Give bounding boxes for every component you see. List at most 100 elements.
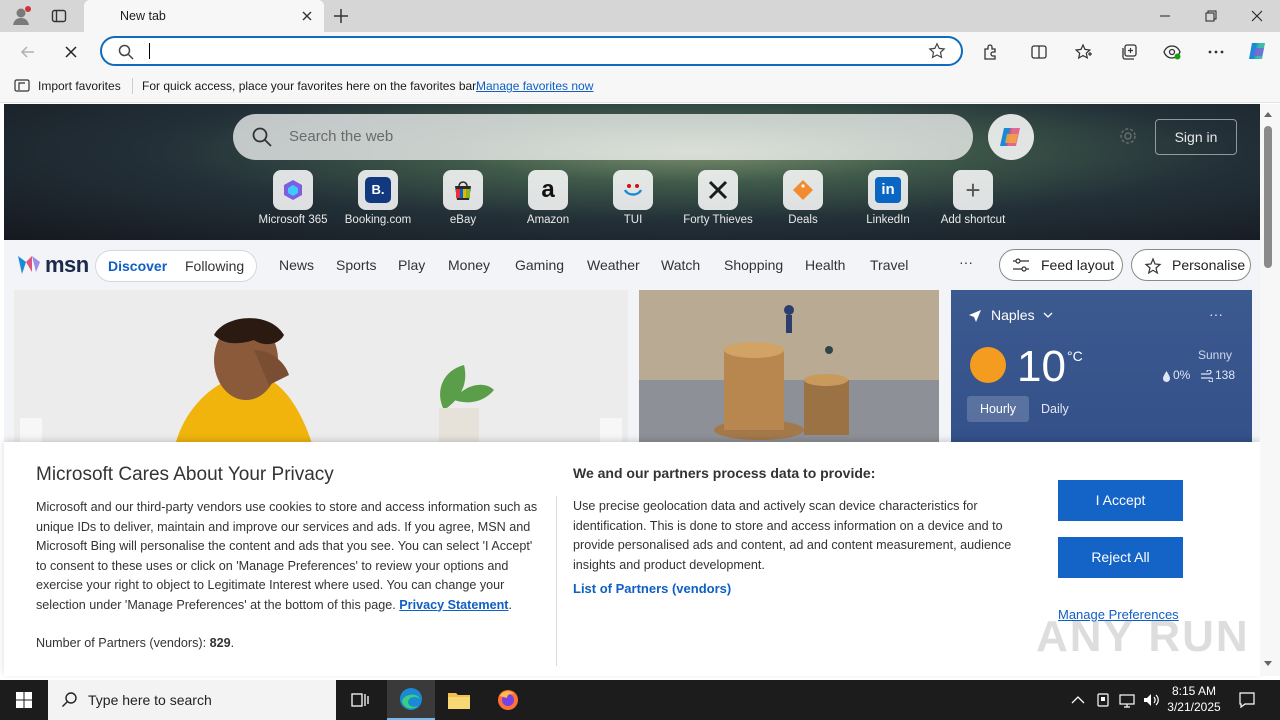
ebay-icon <box>443 170 483 210</box>
chevron-up-icon[interactable] <box>1071 695 1085 705</box>
settings-gear-icon[interactable] <box>1118 126 1138 146</box>
nav-watch[interactable]: Watch <box>661 257 700 273</box>
nav-money[interactable]: Money <box>448 257 490 273</box>
privacy-statement-link[interactable]: Privacy Statement <box>399 598 508 612</box>
tab-daily[interactable]: Daily <box>1041 402 1069 416</box>
browser-essentials-icon[interactable] <box>1161 41 1183 63</box>
personalise-button[interactable]: Personalise <box>1131 249 1251 281</box>
search-icon <box>117 43 135 61</box>
nav-play[interactable]: Play <box>398 257 425 273</box>
scrollbar-thumb[interactable] <box>1264 126 1272 268</box>
favorites-bar: Import favorites For quick access, place… <box>0 70 1280 103</box>
taskbar-search-box[interactable]: Type here to search <box>48 680 336 720</box>
shortcut-amazon[interactable]: a Amazon <box>505 170 591 230</box>
weather-condition: Sunny <box>1197 348 1232 362</box>
nav-shopping[interactable]: Shopping <box>724 257 783 273</box>
web-search-box[interactable]: Search the web <box>233 114 973 160</box>
copilot-button[interactable] <box>988 114 1034 160</box>
start-button[interactable] <box>0 680 48 720</box>
taskbar-search-placeholder: Type here to search <box>88 692 212 708</box>
favorites-bar-message: For quick access, place your favorites h… <box>142 79 479 93</box>
reject-all-button[interactable]: Reject All <box>1058 537 1183 578</box>
firefox-icon[interactable] <box>484 680 532 720</box>
shortcut-deals[interactable]: Deals <box>760 170 846 230</box>
nav-gaming[interactable]: Gaming <box>515 257 564 273</box>
weather-unit: °C <box>1067 348 1083 364</box>
purposes-text: Use precise geolocation data and activel… <box>573 499 1012 572</box>
sparkle-star-icon <box>1144 257 1162 275</box>
shortcut-booking[interactable]: B. Booking.com <box>335 170 421 230</box>
consent-title: Microsoft Cares About Your Privacy <box>36 464 334 485</box>
task-view-icon[interactable] <box>336 680 384 720</box>
collections-icon[interactable] <box>1118 41 1140 63</box>
volume-icon[interactable] <box>1142 692 1160 708</box>
add-shortcut-button[interactable]: + Add shortcut <box>930 170 1016 230</box>
msn-logo[interactable]: msn <box>16 252 89 278</box>
partners-heading: We and our partners process data to prov… <box>573 465 876 481</box>
file-explorer-icon[interactable] <box>435 680 483 720</box>
more-categories-button[interactable]: ··· <box>959 254 973 270</box>
accept-button[interactable]: I Accept <box>1058 480 1183 521</box>
system-clock[interactable]: 8:15 AM 3/21/2025 <box>1166 683 1222 715</box>
device-icon[interactable] <box>1096 692 1110 708</box>
back-icon[interactable] <box>17 41 39 63</box>
profile-icon[interactable] <box>10 5 32 27</box>
minimize-icon[interactable] <box>1142 0 1188 32</box>
favorite-star-icon[interactable] <box>928 42 946 60</box>
watermark: ANY RUN <box>1036 612 1250 661</box>
weather-precipitation: 0% <box>1173 368 1191 382</box>
stop-loading-icon[interactable] <box>60 41 82 63</box>
nav-travel[interactable]: Travel <box>870 257 908 273</box>
edge-taskbar-icon[interactable] <box>387 680 435 720</box>
location-arrow-icon <box>968 309 982 323</box>
news-card-main[interactable] <box>14 290 628 450</box>
address-bar[interactable] <box>100 36 963 66</box>
restore-icon[interactable] <box>1188 0 1234 32</box>
shortcut-tui[interactable]: TUI <box>590 170 676 230</box>
tab-new-tab[interactable]: New tab <box>84 0 324 33</box>
text-caret <box>149 43 150 59</box>
network-icon[interactable] <box>1118 692 1136 708</box>
feed-layout-button[interactable]: Feed layout <box>999 249 1123 281</box>
forty-thieves-icon <box>698 170 738 210</box>
notifications-icon[interactable] <box>1238 691 1256 709</box>
shortcut-microsoft-365[interactable]: Microsoft 365 <box>250 170 336 230</box>
tab-actions-icon[interactable] <box>51 8 67 24</box>
favorites-icon[interactable] <box>1073 41 1095 63</box>
shortcut-label: Amazon <box>526 214 570 226</box>
shortcut-linkedin[interactable]: in LinkedIn <box>845 170 931 230</box>
list-of-partners-link[interactable]: List of Partners (vendors) <box>573 581 731 596</box>
scroll-down-icon[interactable] <box>1263 660 1273 668</box>
scroll-up-icon[interactable] <box>1263 110 1273 118</box>
shortcut-ebay[interactable]: eBay <box>420 170 506 230</box>
sign-in-button[interactable]: Sign in <box>1155 119 1237 155</box>
close-tab-icon[interactable] <box>300 9 314 23</box>
tab-discover[interactable]: Discover <box>108 258 167 274</box>
new-tab-icon[interactable] <box>332 7 350 25</box>
copilot-icon <box>1000 128 1020 146</box>
close-window-icon[interactable] <box>1234 0 1280 32</box>
page-scrollbar[interactable] <box>1260 104 1280 676</box>
nav-sports[interactable]: Sports <box>336 257 376 273</box>
nav-news[interactable]: News <box>279 257 314 273</box>
extensions-icon[interactable] <box>980 41 1002 63</box>
weather-city[interactable]: Naples <box>991 307 1035 323</box>
import-favorites-icon[interactable] <box>14 78 32 94</box>
weather-more-icon[interactable]: ··· <box>1209 306 1223 322</box>
manage-favorites-link[interactable]: Manage favorites now <box>476 79 593 93</box>
split-screen-icon[interactable] <box>1028 41 1050 63</box>
title-bar: New tab <box>0 0 1280 33</box>
more-options-icon[interactable] <box>1205 41 1227 63</box>
nav-health[interactable]: Health <box>805 257 845 273</box>
news-card-coins[interactable] <box>639 290 939 450</box>
tab-following[interactable]: Following <box>185 258 244 274</box>
shortcut-forty-thieves[interactable]: Forty Thieves <box>675 170 761 230</box>
feed-navigation: msn Discover Following News Sports Play … <box>4 240 1260 290</box>
copilot-icon[interactable] <box>1245 38 1271 64</box>
nav-weather[interactable]: Weather <box>587 257 640 273</box>
chevron-down-icon[interactable] <box>1043 311 1053 319</box>
import-favorites-button[interactable]: Import favorites <box>38 79 121 93</box>
weather-card[interactable]: Naples ··· 10 °C Sunny 0% 138 Hourly Dai… <box>951 290 1252 450</box>
tab-hourly[interactable]: Hourly <box>967 396 1029 422</box>
shortcut-label: Add shortcut <box>940 214 1006 226</box>
